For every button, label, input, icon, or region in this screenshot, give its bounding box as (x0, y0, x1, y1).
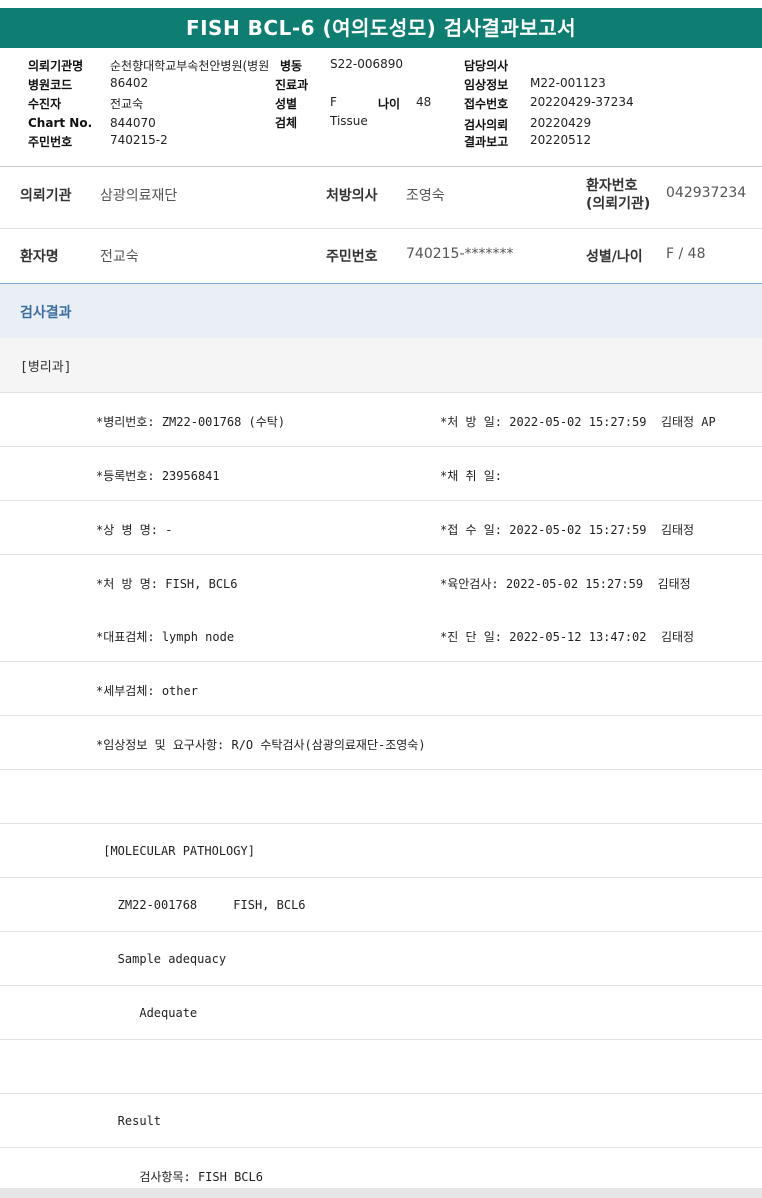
result-row: *처 방 명: FISH, BCL6 *육안검사: 2022-05-02 15:… (0, 555, 762, 609)
report-line-text: Adequate (96, 1006, 198, 1020)
specimen-value: Tissue (330, 114, 368, 128)
result-row: *세부검체: other (0, 662, 762, 716)
specimen-label: 검체 (275, 116, 298, 130)
report-line-text: 검사항목: FISH BCL6 (96, 1170, 263, 1184)
report-line (0, 1040, 762, 1094)
result-left: *대표검체: lymph node (96, 630, 235, 644)
report-title: FISH BCL-6 (여의도성모) 검사결과보고서 (0, 8, 762, 48)
patient-value: 전교숙 (110, 97, 144, 111)
req-inst-label: 의뢰기관 (20, 188, 72, 204)
clinical-value: M22-001123 (530, 76, 606, 90)
patient-name-value: 전교숙 (100, 249, 139, 265)
ward-value: S22-006890 (330, 57, 404, 71)
result-row: *등록번호: 23956841 *채 취 일: (0, 447, 762, 501)
result-right: *채 취 일: (440, 469, 503, 483)
sex-age-value: F / 48 (666, 246, 706, 262)
rrn-value: 740215-2 (110, 133, 168, 147)
patient-info-row-1: 의뢰기관 삼광의료재단 처방의사 조영숙 환자번호 (의뢰기관) 0429372… (0, 168, 762, 229)
result-right: *처 방 일: 2022-05-02 15:27:59 김태정 AP (440, 415, 716, 429)
results-section-header: 검사결과 (0, 283, 762, 339)
result-left: *처 방 명: FISH, BCL6 (96, 577, 238, 591)
result-left: *상 병 명: - (96, 523, 173, 537)
age-label: 나이 (378, 97, 401, 111)
request-label: 검사의뢰 (464, 118, 509, 132)
report-header: 의뢰기관명 순천향대학교부속천안병원(병원 병동 S22-006890 담당의사… (0, 48, 762, 167)
report-date-value: 20220512 (530, 133, 592, 147)
patient-no-sublabel: (의뢰기관) (586, 196, 651, 212)
result-row: *상 병 명: - *접 수 일: 2022-05-02 15:27:59 김태… (0, 501, 762, 555)
result-row: *병리번호: ZM22-001768 (수탁) *처 방 일: 2022-05-… (0, 393, 762, 447)
chart-value: 844070 (110, 116, 156, 130)
dept-label: 진료과 (275, 78, 309, 92)
patient-name-label: 환자명 (20, 249, 59, 265)
inst-label: 의뢰기관명 (28, 59, 84, 73)
result-row: *임상정보 및 요구사항: R/O 수탁검사(삼광의료재단-조영숙) (0, 716, 762, 770)
report-date-label: 결과보고 (464, 135, 509, 149)
report-line-text: ZM22-001768 FISH, BCL6 (96, 898, 306, 912)
ward-label: 병동 (280, 59, 303, 73)
patient-info-row-2: 환자명 전교숙 주민번호 740215-******* 성별/나이 F / 48 (0, 229, 762, 283)
result-left: *임상정보 및 요구사항: R/O 수탁검사(삼광의료재단-조영숙) (96, 738, 426, 752)
report-line-text: Sample adequacy (96, 952, 227, 966)
prescriber-label: 처방의사 (326, 188, 378, 204)
inst-value: 순천향대학교부속천안병원(병원 (110, 59, 270, 73)
receipt-label: 접수번호 (464, 97, 509, 111)
report-line: ZM22-001768 FISH, BCL6 (0, 878, 762, 932)
report-line: 검사항목: FISH BCL6 (0, 1148, 762, 1188)
result-right: *진 단 일: 2022-05-12 13:47:02 김태정 (440, 630, 695, 644)
receipt-value: 20220429-37234 (530, 95, 634, 109)
rrn-masked-label: 주민번호 (326, 249, 378, 265)
rrn-masked-value: 740215-******* (406, 246, 514, 262)
chart-label: Chart No. (28, 116, 93, 130)
results-section-title: 검사결과 (20, 305, 72, 321)
scroll-edge (0, 1188, 762, 1198)
patient-no-label: 환자번호 (586, 178, 638, 194)
clinical-label: 임상정보 (464, 78, 509, 92)
report-line (0, 770, 762, 824)
report-line-text: Result (96, 1114, 162, 1128)
req-inst-value: 삼광의료재단 (100, 188, 178, 204)
patient-label: 수진자 (28, 97, 62, 111)
patient-no-value: 042937234 (666, 185, 747, 201)
result-row: *대표검체: lymph node *진 단 일: 2022-05-12 13:… (0, 608, 762, 662)
result-left: *세부검체: other (96, 684, 198, 698)
rrn-label: 주민번호 (28, 135, 73, 149)
sex-value: F (330, 95, 337, 109)
result-right: *육안검사: 2022-05-02 15:27:59 김태정 (440, 577, 691, 591)
report-line: Result (0, 1094, 762, 1148)
report-line: Adequate (0, 986, 762, 1040)
request-value: 20220429 (530, 116, 592, 130)
report-line: [MOLECULAR PATHOLOGY] (0, 824, 762, 878)
department-label: [병리과] (20, 360, 72, 375)
code-label: 병원코드 (28, 78, 73, 92)
code-value: 86402 (110, 76, 149, 90)
result-left: *병리번호: ZM22-001768 (수탁) (96, 415, 286, 429)
prescriber-value: 조영숙 (406, 188, 445, 204)
department-row: [병리과] (0, 338, 762, 393)
doctor-label: 담당의사 (464, 59, 509, 73)
report-line-text: [MOLECULAR PATHOLOGY] (96, 844, 255, 858)
sex-label: 성별 (275, 97, 298, 111)
sex-age-label: 성별/나이 (586, 249, 643, 265)
report-line: Sample adequacy (0, 932, 762, 986)
age-value: 48 (416, 95, 432, 109)
result-right: *접 수 일: 2022-05-02 15:27:59 김태정 (440, 523, 695, 537)
result-left: *등록번호: 23956841 (96, 469, 220, 483)
